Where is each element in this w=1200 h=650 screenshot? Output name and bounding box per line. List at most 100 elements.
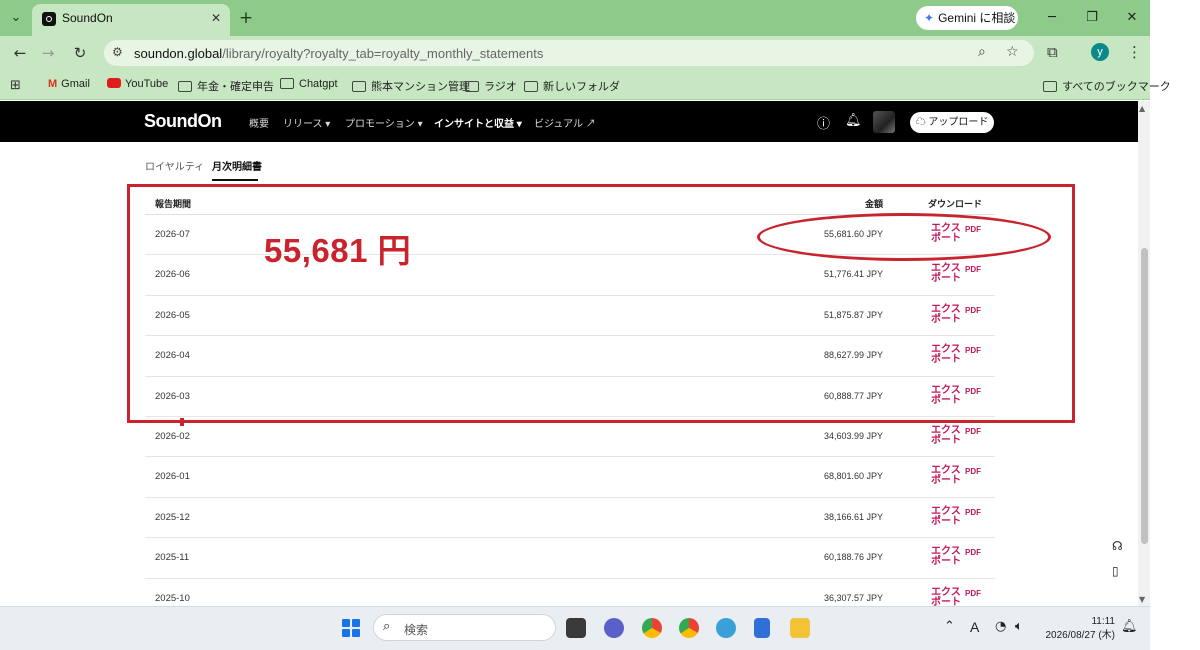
back-arrow-icon[interactable]: ← [10, 43, 30, 63]
bookmark-gmail[interactable]: M Gmail [48, 78, 90, 90]
chrome-profile-icon[interactable] [679, 618, 699, 638]
row-period: 2025-12 [155, 511, 190, 523]
mobile-device-icon[interactable]: ▯ [1112, 564, 1119, 578]
window-close-icon[interactable]: ✕ [1122, 8, 1142, 28]
row-amount: 68,801.60 JPY [823, 471, 883, 482]
new-tab-plus-icon[interactable]: + [236, 8, 256, 28]
bookmark-folder-pension[interactable]: 年金・確定申告 [178, 78, 274, 94]
windows-taskbar: ⌕ 検索 ⌃ A ◔ 🔈︎ 11:11 2026/08/27 (木) 🔔︎ [0, 606, 1150, 650]
pdf-link[interactable]: PDF [965, 467, 981, 476]
table-row: 2026-01 68,801.60 JPY エクスポート PDF [145, 457, 995, 498]
scroll-up-icon[interactable]: ▲ [1139, 104, 1145, 113]
tab-close-icon[interactable]: ✕ [208, 10, 224, 26]
bookmark-star-icon[interactable]: ☆ [1006, 44, 1019, 60]
scroll-down-icon[interactable]: ▼ [1139, 595, 1145, 604]
chrome-icon[interactable] [642, 618, 662, 638]
upload-label: アップロード [928, 117, 989, 128]
volume-icon[interactable]: 🔈︎ [1015, 619, 1023, 634]
nav-overview[interactable]: 概要 [249, 115, 269, 130]
site-header: SoundOn 概要 リリース ▾ プロモーション ▾ インサイトと収益 ▾ ビ… [0, 101, 1138, 142]
bookmark-folder-chatgpt[interactable]: Chatgpt [280, 78, 338, 90]
nav-visual[interactable]: ビジュアル ↗ [534, 115, 596, 130]
file-explorer-icon[interactable] [790, 618, 810, 638]
help-icon[interactable]: ⓘ [817, 113, 830, 132]
browser-app-icon[interactable] [716, 618, 736, 638]
bookmark-folder-new[interactable]: 新しいフォルダ [524, 78, 620, 94]
support-headset-icon[interactable]: ☊ [1112, 539, 1123, 553]
apps-grid-icon[interactable]: ⊞ [10, 78, 21, 93]
cloud-upload-icon: ☁ [915, 117, 929, 128]
all-bookmarks[interactable]: すべてのブックマーク [1043, 78, 1171, 94]
active-tab-underline [212, 179, 258, 181]
chrome-menu-kebab-icon[interactable]: ⋮ [1127, 43, 1142, 61]
row-amount: 60,188.76 JPY [823, 552, 883, 563]
export-link[interactable]: エクスポート [931, 466, 961, 486]
table-row: 2025-11 60,188.76 JPY エクスポート PDF [145, 538, 995, 579]
clock-time: 11:11 [1091, 616, 1115, 627]
search-icon: ⌕ [383, 619, 391, 634]
user-avatar[interactable] [873, 111, 895, 133]
row-amount: 34,603.99 JPY [823, 430, 883, 441]
browser-tabbar: ⌄ SoundOn ✕ + ✦ Gemini に相談 ─ ❐ ✕ [0, 0, 1150, 36]
minimize-icon[interactable]: ─ [1042, 8, 1062, 28]
folder-icon [178, 81, 192, 92]
folder-icon [280, 78, 294, 89]
bookmark-label: YouTube [125, 78, 169, 90]
extensions-puzzle-icon[interactable]: ⧉ [1047, 43, 1058, 61]
bookmarks-bar: M Gmail YouTube 年金・確定申告 Chatgpt 熊本マンション管理… [0, 70, 1171, 100]
taskbar-search[interactable]: ⌕ 検索 [373, 614, 556, 641]
tray-overflow-chevron-icon[interactable]: ⌃ [944, 619, 955, 634]
nav-release[interactable]: リリース ▾ [283, 115, 330, 130]
tab-monthly-statements[interactable]: 月次明細書 [212, 158, 262, 173]
site-info-icon[interactable]: ⚙ [112, 45, 123, 59]
bookmark-folder-mansion[interactable]: 熊本マンション管理 [352, 78, 470, 94]
nav-insights[interactable]: インサイトと収益 ▾ [434, 115, 522, 130]
export-link[interactable]: エクスポート [931, 506, 961, 527]
bell-icon[interactable]: 🔔︎ [845, 113, 862, 128]
highlight-tick [180, 418, 184, 426]
table-row: 2026-02 34,603.99 JPY エクスポート PDF [145, 417, 995, 458]
bookmark-youtube[interactable]: YouTube [107, 78, 168, 90]
teams-chat-icon[interactable] [604, 618, 624, 638]
bookmark-folder-radio[interactable]: ラジオ [465, 78, 517, 94]
browser-toolbar: ← → ↻ ⚙ soundon.global/library/royalty?r… [0, 36, 1150, 70]
export-link[interactable]: エクスポート [931, 547, 961, 567]
taskbar-search-placeholder: 検索 [404, 623, 429, 637]
restore-icon[interactable]: ❐ [1082, 8, 1102, 28]
profile-avatar[interactable]: y [1091, 43, 1109, 61]
reload-icon[interactable]: ↻ [70, 43, 90, 63]
pdf-link[interactable]: PDF [965, 427, 981, 436]
ime-indicator[interactable]: A [970, 619, 979, 635]
bookmark-label: 熊本マンション管理 [371, 81, 470, 93]
tab-royalty[interactable]: ロイヤルティ [145, 158, 204, 173]
row-amount: 36,307.57 JPY [823, 592, 883, 603]
scrollbar-thumb[interactable] [1141, 248, 1148, 544]
forward-arrow-icon[interactable]: → [38, 43, 58, 63]
folder-icon [524, 81, 538, 92]
pdf-link[interactable]: PDF [965, 589, 981, 598]
notification-bell-icon[interactable]: 🔔︎ [1121, 619, 1138, 634]
pdf-link[interactable]: PDF [965, 548, 981, 557]
gemini-button[interactable]: ✦ Gemini に相談 [916, 6, 1018, 30]
tab-search-chevron-icon[interactable]: ⌄ [6, 8, 26, 28]
upload-button[interactable]: ☁ アップロード [910, 112, 994, 133]
taskbar-clock[interactable]: 11:11 2026/08/27 (木) [1043, 615, 1116, 643]
export-link[interactable]: エクスポート [931, 425, 961, 446]
browser-tab-soundon[interactable]: SoundOn ✕ [32, 4, 230, 36]
url-text: soundon.global/library/royalty?royalty_t… [134, 46, 543, 61]
task-view-icon[interactable] [566, 618, 586, 638]
address-bar[interactable]: ⚙ soundon.global/library/royalty?royalty… [104, 40, 1034, 66]
nav-promotion[interactable]: プロモーション ▾ [345, 115, 423, 130]
export-link[interactable]: エクスポート [931, 587, 961, 608]
pdf-link[interactable]: PDF [965, 508, 981, 517]
soundon-logo[interactable]: SoundOn [144, 111, 222, 132]
table-row: 2025-12 38,166.61 JPY エクスポート PDF [145, 498, 995, 539]
highlight-ellipse [757, 213, 1051, 261]
bookmark-label: Gmail [61, 78, 90, 90]
wifi-icon[interactable]: ◔ [995, 619, 1006, 634]
soundon-favicon-icon [42, 12, 56, 26]
gemini-label: Gemini に相談 [938, 11, 1016, 25]
notepad-icon[interactable] [754, 618, 770, 638]
windows-start-icon[interactable] [342, 619, 360, 637]
zoom-magnifier-icon[interactable]: ⌕ [978, 44, 986, 60]
